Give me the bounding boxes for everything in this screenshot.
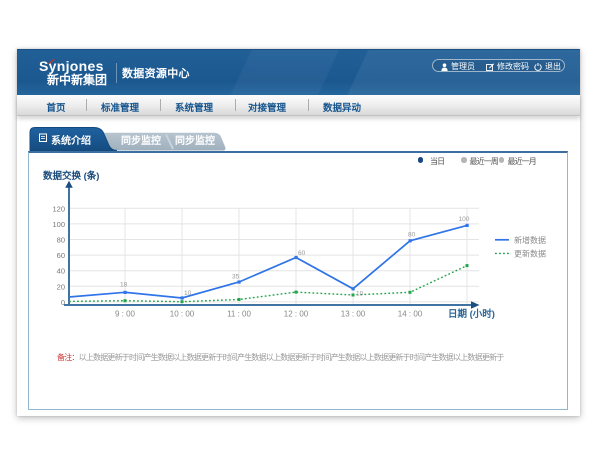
svg-text:同步监控: 同步监控: [175, 134, 215, 147]
svg-text:120: 120: [52, 204, 65, 213]
svg-text:20: 20: [56, 282, 64, 291]
svg-text:80: 80: [408, 231, 416, 238]
svg-text:10: 10: [184, 290, 192, 297]
svg-text:10 : 00: 10 : 00: [169, 309, 194, 318]
svg-text:60: 60: [298, 250, 306, 257]
svg-text:11 : 00: 11 : 00: [227, 309, 251, 318]
svg-text:13 : 00: 13 : 00: [340, 309, 365, 318]
svg-text:10: 10: [356, 290, 364, 297]
svg-text:100: 100: [458, 216, 469, 223]
svg-text:9 : 00: 9 : 00: [114, 309, 135, 318]
svg-text:18: 18: [120, 281, 128, 288]
svg-text:80: 80: [56, 235, 64, 244]
svg-text:更新数据: 更新数据: [514, 248, 546, 258]
svg-text:系统介绍: 系统介绍: [51, 134, 91, 147]
svg-text:12 : 00: 12 : 00: [283, 309, 308, 318]
svg-text:同步监控: 同步监控: [121, 134, 161, 147]
svg-text:14 : 00: 14 : 00: [397, 309, 422, 318]
svg-text:日期 (小时): 日期 (小时): [448, 308, 495, 320]
svg-text:35: 35: [232, 273, 240, 280]
svg-text:40: 40: [56, 266, 64, 275]
svg-text:100: 100: [52, 219, 65, 228]
svg-text:新增数据: 新增数据: [514, 235, 546, 245]
svg-text:60: 60: [56, 251, 64, 260]
svg-text:0: 0: [60, 297, 64, 306]
